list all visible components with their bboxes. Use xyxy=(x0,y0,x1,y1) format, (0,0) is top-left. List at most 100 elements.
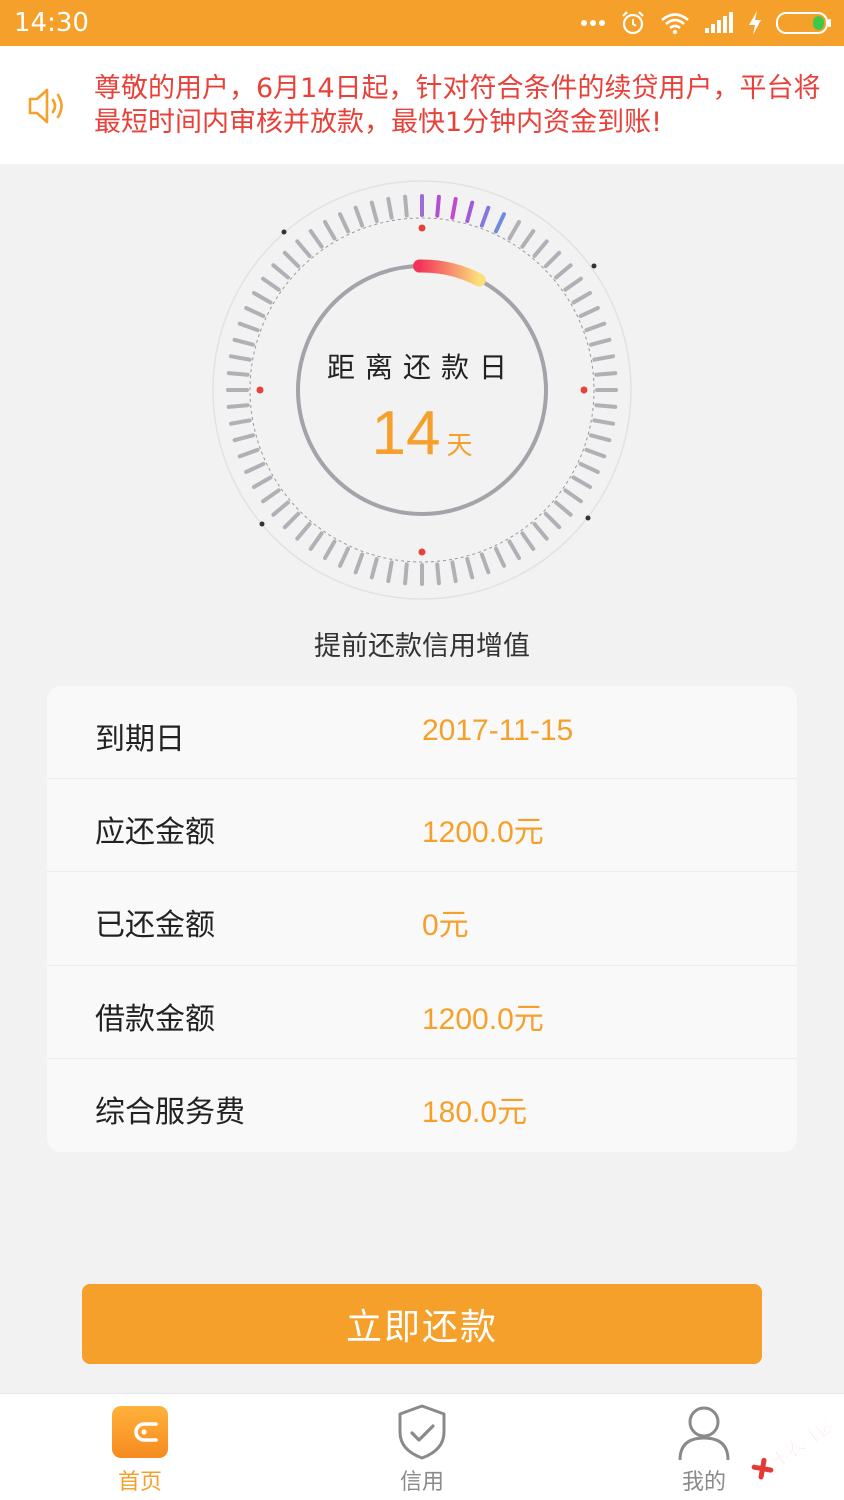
dial-outer-dot xyxy=(585,515,591,521)
dial-tick xyxy=(563,488,583,504)
dial-tick xyxy=(584,321,607,333)
detail-row-amount-due: 应还金额 1200.0元 xyxy=(47,779,797,873)
dial-tick xyxy=(543,511,562,530)
notice-text: 尊敬的用户，6月14日起，针对符合条件的续贷用户，平台将最短时间内审核并放款，最… xyxy=(94,73,821,138)
dial-tick xyxy=(465,200,475,223)
dial-tick xyxy=(308,531,324,551)
dial-tick xyxy=(338,212,351,234)
dial-tick xyxy=(493,546,506,568)
detail-value: 1200.0元 xyxy=(422,1002,544,1036)
wallet-icon xyxy=(110,1402,170,1462)
dial-tick xyxy=(507,219,521,241)
dial-tick xyxy=(479,552,491,575)
bottom-tab-bar: 首页 信用 我的 xyxy=(0,1393,844,1500)
dial-tick xyxy=(244,306,266,319)
dial-marker-dot xyxy=(418,548,426,556)
dial-tick xyxy=(261,276,281,292)
status-time: 14:30 xyxy=(14,8,89,38)
detail-row-due-date: 到期日 2017-11-15 xyxy=(47,686,797,780)
notice-banner[interactable]: 尊敬的用户，6月14日起，针对符合条件的续贷用户，平台将最短时间内审核并放款，最… xyxy=(0,46,844,164)
detail-value: 180.0元 xyxy=(422,1095,528,1129)
dial-tick xyxy=(532,239,549,258)
dial-tick xyxy=(571,291,593,305)
dial-tick xyxy=(282,511,301,530)
tab-credit[interactable]: 信用 xyxy=(342,1394,502,1500)
dial-tick xyxy=(295,522,312,541)
dial-tick xyxy=(507,539,521,561)
detail-row-amount-repaid: 已还金额 0元 xyxy=(47,872,797,966)
tab-label: 信用 xyxy=(399,1470,444,1495)
dial-tick xyxy=(386,196,394,220)
shield-check-icon xyxy=(392,1402,452,1462)
dial-tick xyxy=(532,522,549,541)
countdown-days-number: 14 xyxy=(371,399,441,468)
signal-icon xyxy=(704,12,734,34)
watermark-logo: 卡农社区 xyxy=(742,1408,842,1488)
svg-text:卡农社区: 卡农社区 xyxy=(767,1413,839,1472)
dial-tick xyxy=(353,205,365,228)
dial-tick xyxy=(493,212,506,234)
countdown-title: 距离还款日 xyxy=(326,351,517,384)
detail-value: 0元 xyxy=(422,909,469,943)
dial-tick xyxy=(520,229,536,249)
detail-row-loan-amount: 借款金额 1200.0元 xyxy=(47,966,797,1059)
dial-tick xyxy=(554,500,573,517)
repay-now-button[interactable]: 立即还款 xyxy=(82,1284,762,1364)
dial-tick xyxy=(251,475,273,489)
more-icon xyxy=(580,19,606,27)
detail-row-service-fee: 综合服务费 180.0元 xyxy=(47,1059,797,1152)
detail-label: 综合服务费 xyxy=(95,1094,245,1130)
dial-tick xyxy=(403,562,409,586)
dial-tick xyxy=(369,557,379,580)
dial-tick xyxy=(479,205,491,228)
loan-details-card: 到期日 2017-11-15 应还金额 1200.0元 已还金额 0元 借款金额… xyxy=(47,686,797,1152)
dial-tick xyxy=(520,531,536,551)
dial-graphic xyxy=(212,180,632,600)
dial-tick xyxy=(571,475,593,489)
dial-tick xyxy=(450,560,458,584)
dial-tick xyxy=(369,200,379,223)
dial-tick xyxy=(435,562,441,586)
dial-tick xyxy=(543,250,562,269)
dial-tick xyxy=(386,560,394,584)
dial-tick xyxy=(554,263,573,280)
dial-tick xyxy=(435,194,441,218)
dial-tick xyxy=(271,263,290,280)
dial-tick xyxy=(353,552,365,575)
wifi-icon xyxy=(660,11,690,35)
credit-subtitle: 提前还款信用增值 xyxy=(314,631,530,662)
dial-tick xyxy=(251,291,273,305)
tab-label: 首页 xyxy=(117,1470,162,1495)
dial-tick xyxy=(271,500,290,517)
dial-progress-arc xyxy=(413,259,486,287)
dial-tick xyxy=(232,337,255,347)
detail-label: 借款金额 xyxy=(95,1001,215,1037)
detail-label: 应还金额 xyxy=(95,815,215,851)
detail-value: 1200.0元 xyxy=(422,816,544,850)
dial-marker-dot xyxy=(418,224,426,232)
status-bar: 14:30 xyxy=(0,0,844,46)
dial-tick xyxy=(578,306,600,319)
dial-tick xyxy=(589,337,612,347)
dial-tick xyxy=(308,229,324,249)
dial-tick xyxy=(323,539,337,561)
detail-label: 已还金额 xyxy=(95,908,215,944)
detail-label: 到期日 xyxy=(95,722,185,757)
dial-tick xyxy=(403,194,409,218)
dial-outer-dot xyxy=(259,521,265,527)
status-icons xyxy=(580,8,832,38)
countdown-days: 14 天 xyxy=(210,398,634,469)
dial-outer-dot xyxy=(281,229,287,235)
countdown-days-unit: 天 xyxy=(446,431,473,461)
charging-icon xyxy=(748,11,762,35)
dial-tick xyxy=(261,488,281,504)
dial-tick xyxy=(450,196,458,220)
speaker-icon xyxy=(26,86,68,130)
dial-tick xyxy=(323,219,337,241)
tab-home[interactable]: 首页 xyxy=(60,1394,220,1500)
repayment-countdown-dial: 距离还款日 14 天 xyxy=(210,178,634,602)
dial-tick xyxy=(465,557,475,580)
dial-marker-dot xyxy=(256,386,264,394)
dial-marker-dot xyxy=(580,386,588,394)
person-icon xyxy=(674,1402,734,1462)
